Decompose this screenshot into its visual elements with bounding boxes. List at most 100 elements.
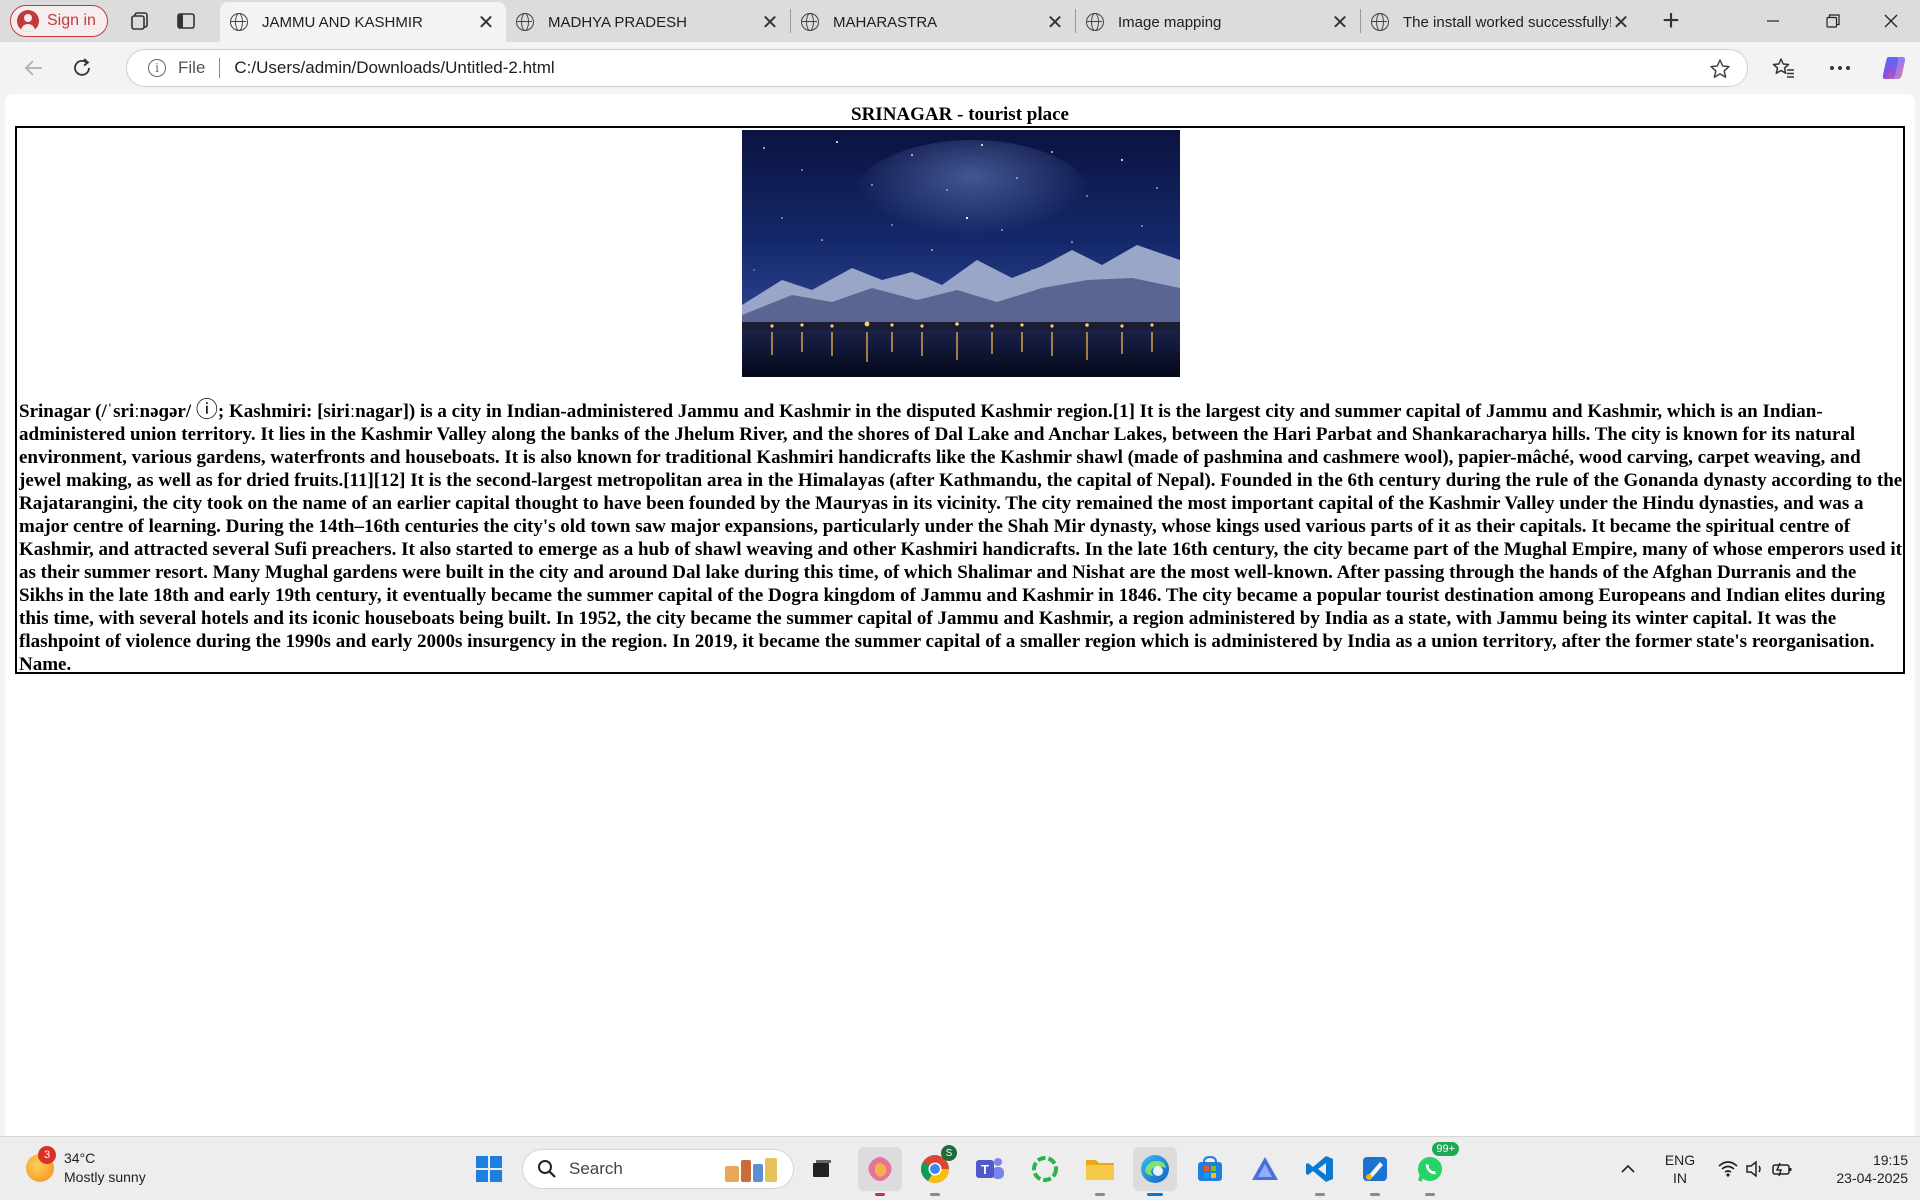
taskbar-whatsapp[interactable]: 99+ [1408,1141,1460,1196]
tab-title: MAHARASTRA [833,13,938,31]
favorites-icon [1772,58,1794,78]
close-icon[interactable]: ✕ [760,10,780,35]
restore-button[interactable] [1804,0,1862,42]
scheme-label: File [178,58,206,77]
weather-widget[interactable]: 3 34°C Mostly sunny [26,1146,146,1187]
svg-text:T: T [981,1162,989,1177]
tray-overflow-button[interactable] [1610,1147,1646,1191]
globe-icon [230,13,248,31]
globe-icon [1371,13,1389,31]
taskbar-chrome[interactable]: S [913,1145,957,1196]
taskbar-edge[interactable] [1133,1147,1177,1196]
tab-title: Image mapping [1118,13,1222,31]
triangle-app-icon [1252,1157,1278,1180]
running-indicator [1315,1193,1325,1196]
taskbar-vscode[interactable] [1298,1147,1342,1196]
running-indicator [1147,1193,1163,1196]
close-icon[interactable]: ✕ [1330,10,1350,35]
sun-icon: 3 [26,1146,56,1182]
back-button[interactable] [14,48,54,88]
running-indicator [875,1193,885,1196]
close-icon[interactable]: ✕ [1045,10,1065,35]
chevron-up-icon [1621,1164,1635,1173]
tab-jammu-kashmir[interactable]: JAMMU AND KASHMIR ✕ [220,2,506,42]
article-body: ; Kashmiri: [siriːnagar]) is a city in I… [19,401,1903,675]
copilot-button[interactable] [1874,48,1914,88]
person-icon [17,10,39,32]
tab-install-worked[interactable]: The install worked successfully! Con ✕ [1361,2,1641,42]
weather-temperature: 34°C [64,1150,96,1166]
teams-icon: T [976,1158,1004,1179]
close-window-button[interactable] [1862,0,1920,42]
taskbar-app-a[interactable] [1243,1147,1287,1191]
running-indicator [1370,1193,1380,1196]
edge-icon [1141,1155,1169,1183]
running-indicator [1095,1193,1105,1196]
sync-ring-icon [1032,1156,1058,1182]
volume-icon [1746,1160,1761,1178]
chrome-profile-badge: S [941,1145,957,1161]
language-code: ENG [1664,1152,1696,1168]
tab-title: JAMMU AND KASHMIR [262,13,423,31]
search-icon [538,1160,556,1178]
taskbar-paint[interactable] [1353,1147,1397,1196]
tab-strip: Sign in JAMMU AND KASHMIR ✕ MADHYA PRADE… [0,0,1920,42]
more-icon [1830,66,1850,70]
globe-icon [1086,13,1104,31]
profile-button[interactable]: Sign in [10,5,108,37]
audio-icon[interactable]: ⓘ [196,397,218,422]
address-separator [219,58,221,78]
tab-actions-button[interactable] [166,5,206,37]
language-indicator[interactable]: ENG IN [1660,1151,1700,1187]
weather-badge: 3 [38,1146,56,1164]
battery-icon [1772,1162,1792,1177]
minimize-button[interactable] [1744,0,1802,42]
copilot-app-icon [868,1157,892,1181]
page-viewport: SRINAGAR - tourist place Srinagar (/ˈsri… [5,94,1915,1136]
srinagar-night-photo [742,130,1180,377]
close-icon[interactable]: ✕ [476,10,496,35]
address-bar[interactable]: i File C:/Users/admin/Downloads/Untitled… [126,49,1748,87]
article-lead: Srinagar (/ˈsriːnəɡər/ [19,401,196,422]
tab-image-mapping[interactable]: Image mapping ✕ [1076,2,1360,42]
favorites-button[interactable] [1764,48,1804,88]
windows-start-icon [476,1156,502,1182]
profile-label: Sign in [47,12,96,29]
article-text: Srinagar (/ˈsriːnəɡər/ ⓘ; Kashmiri: [sir… [19,398,1903,676]
tab-title: The install worked successfully! Con [1403,13,1611,31]
folder-icon [1086,1160,1114,1180]
taskbar-copilot[interactable] [858,1147,902,1196]
close-icon [1884,14,1898,28]
weather-condition: Mostly sunny [64,1169,146,1185]
whatsapp-badge: 99+ [1431,1141,1460,1157]
plus-icon[interactable]: + [1651,4,1691,38]
running-indicator [1425,1193,1435,1196]
taskbar-teams[interactable]: T [968,1147,1012,1191]
copilot-icon [1882,57,1906,79]
taskbar-store[interactable] [1188,1147,1232,1191]
refresh-button[interactable] [62,48,102,88]
taskbar-sync-app[interactable] [1023,1147,1067,1191]
start-button[interactable] [467,1147,511,1191]
more-button[interactable] [1820,48,1860,88]
clock-time: 19:15 [1872,1152,1908,1168]
minimize-icon [1767,20,1779,22]
windows-taskbar: 3 34°C Mostly sunny Search S T 99+ ENG I… [0,1136,1920,1200]
tab-maharastra[interactable]: MAHARASTRA ✕ [791,2,1075,42]
url-text[interactable]: C:/Users/admin/Downloads/Untitled-2.html [234,58,554,78]
tab-madhya-pradesh[interactable]: MADHYA PRADESH ✕ [506,2,790,42]
close-icon[interactable]: ✕ [1611,10,1631,35]
clock[interactable]: 19:15 23-04-2025 [1812,1151,1908,1187]
taskbar-search[interactable]: Search [522,1149,794,1189]
back-icon [24,60,42,76]
workspaces-button[interactable] [120,5,160,37]
info-icon[interactable]: i [148,59,166,77]
quick-settings[interactable] [1710,1147,1800,1191]
taskbar-task-view[interactable] [800,1147,844,1191]
browser-toolbar: i File C:/Users/admin/Downloads/Untitled… [0,42,1920,94]
taskbar-file-explorer[interactable] [1078,1147,1122,1196]
region-code: IN [1673,1170,1687,1186]
task-view-icon [813,1160,831,1177]
wifi-icon [1718,1161,1738,1177]
star-icon[interactable] [1709,58,1731,85]
